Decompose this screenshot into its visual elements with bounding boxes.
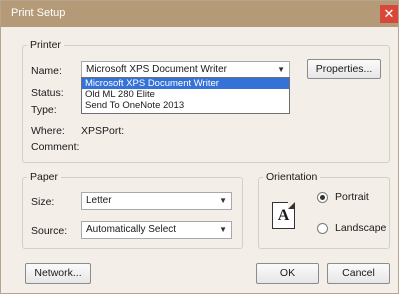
properties-button[interactable]: Properties... bbox=[307, 59, 381, 79]
dropdown-option[interactable]: Old ML 280 Elite bbox=[82, 89, 289, 100]
window-title: Print Setup bbox=[11, 7, 66, 19]
portrait-label[interactable]: Portrait bbox=[335, 191, 369, 203]
comment-label: Comment: bbox=[31, 141, 80, 153]
chevron-down-icon[interactable]: ▼ bbox=[219, 222, 227, 238]
printer-group-label: Printer bbox=[30, 39, 61, 51]
size-label: Size: bbox=[31, 196, 55, 208]
chevron-down-icon[interactable]: ▼ bbox=[219, 193, 227, 209]
printer-dropdown-list: Microsoft XPS Document Writer Old ML 280… bbox=[81, 77, 290, 114]
where-value: XPSPort: bbox=[81, 125, 125, 137]
orientation-group-label: Orientation bbox=[266, 171, 318, 183]
dropdown-option[interactable]: Send To OneNote 2013 bbox=[82, 100, 289, 111]
paper-size-select[interactable]: Letter ▼ bbox=[81, 192, 232, 210]
paper-source-value: Automatically Select bbox=[86, 224, 177, 235]
paper-source-select[interactable]: Automatically Select ▼ bbox=[81, 221, 232, 239]
printer-name-value: Microsoft XPS Document Writer bbox=[86, 64, 227, 75]
title-bar[interactable]: Print Setup ✕ bbox=[1, 1, 398, 27]
where-label: Where: bbox=[31, 125, 65, 137]
name-label: Name: bbox=[31, 65, 62, 77]
paper-group-label: Paper bbox=[30, 171, 59, 183]
landscape-label[interactable]: Landscape bbox=[335, 222, 386, 234]
portrait-radio[interactable] bbox=[317, 192, 328, 203]
type-label: Type: bbox=[31, 104, 57, 116]
status-label: Status: bbox=[31, 87, 64, 99]
cancel-button[interactable]: Cancel bbox=[327, 263, 390, 284]
ok-button[interactable]: OK bbox=[256, 263, 319, 284]
print-setup-dialog: Print Setup ✕ Printer Name: Microsoft XP… bbox=[0, 0, 399, 294]
source-label: Source: bbox=[31, 225, 68, 237]
close-icon[interactable]: ✕ bbox=[380, 5, 398, 23]
landscape-radio[interactable] bbox=[317, 223, 328, 234]
paper-size-value: Letter bbox=[86, 195, 112, 206]
network-button[interactable]: Network... bbox=[25, 263, 91, 284]
chevron-down-icon[interactable]: ▼ bbox=[277, 62, 285, 78]
portrait-page-icon: A bbox=[272, 202, 295, 229]
dropdown-option[interactable]: Microsoft XPS Document Writer bbox=[82, 78, 289, 89]
